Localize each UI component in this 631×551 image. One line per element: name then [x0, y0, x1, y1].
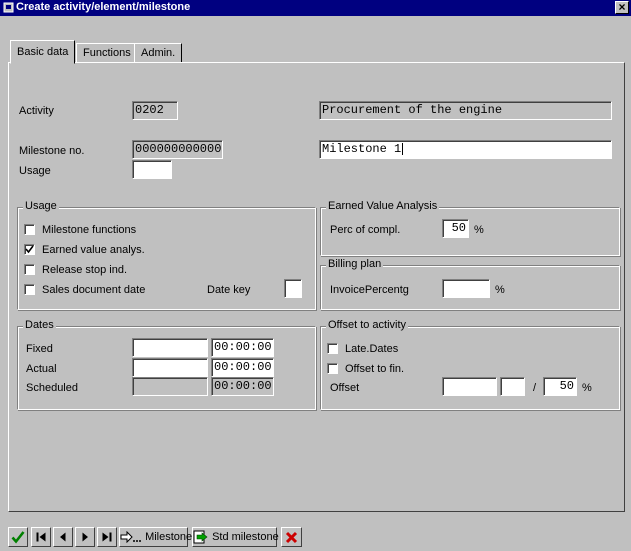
sales-document-date-label: Sales document date: [42, 284, 146, 296]
last-record-button[interactable]: [97, 527, 117, 547]
std-milestone-button[interactable]: Std milestone: [192, 527, 279, 547]
window-titlebar: Create activity/element/milestone ×: [0, 0, 631, 16]
activity-number-field: 0202: [132, 101, 178, 120]
text-cursor: [402, 142, 404, 155]
date-key-label: Date key: [207, 284, 251, 296]
red-x-icon: [285, 531, 298, 543]
offset-input[interactable]: [442, 377, 497, 396]
tab-basic-data[interactable]: Basic data: [10, 40, 76, 64]
green-check-icon: [11, 531, 25, 544]
milestone-button[interactable]: Milestone: [119, 527, 192, 547]
last-page-icon: [102, 532, 112, 542]
milestone-functions-checkbox[interactable]: [24, 224, 35, 235]
fixed-date-input[interactable]: [132, 338, 208, 357]
document-arrow-icon: [193, 530, 208, 544]
invoice-percentage-unit: %: [495, 284, 505, 296]
earned-value-label: Earned value analys.: [42, 244, 145, 256]
actual-date-input[interactable]: [132, 358, 208, 377]
activity-description-field: Procurement of the engine: [319, 101, 612, 120]
next-record-button[interactable]: [75, 527, 95, 547]
late-dates-checkbox[interactable]: [327, 343, 338, 354]
offset-to-activity-title: Offset to activity: [326, 319, 409, 331]
cancel-button[interactable]: [281, 527, 302, 547]
previous-page-icon: [60, 532, 66, 542]
invoice-percentage-input[interactable]: [442, 279, 490, 298]
offset-slash: /: [533, 382, 537, 394]
scheduled-time-field: 00:00:00: [211, 377, 274, 396]
scheduled-date-field: [132, 377, 208, 396]
fixed-date-label: Fixed: [26, 343, 53, 355]
first-page-icon: [36, 532, 46, 542]
perc-of-compl-unit: %: [474, 224, 484, 236]
sales-document-date-checkbox[interactable]: [24, 284, 35, 295]
enter-button[interactable]: [8, 527, 28, 547]
milestone-button-label: Milestone: [145, 531, 193, 543]
offset-percent-input[interactable]: 50: [543, 377, 577, 396]
fixed-time-input[interactable]: 00:00:00: [211, 338, 274, 357]
date-key-input[interactable]: [284, 279, 302, 298]
previous-record-button[interactable]: [53, 527, 73, 547]
milestone-description-text: Milestone 1: [322, 142, 402, 156]
milestone-description-input[interactable]: Milestone 1: [319, 140, 612, 159]
usage-label: Usage: [19, 165, 51, 177]
perc-of-compl-input[interactable]: 50: [442, 219, 469, 238]
activity-label: Activity: [19, 105, 54, 117]
std-milestone-button-label: Std milestone: [212, 531, 279, 543]
tab-functions[interactable]: Functions: [76, 43, 138, 63]
release-stop-checkbox[interactable]: [24, 264, 35, 275]
scheduled-date-label: Scheduled: [26, 382, 78, 394]
billing-plan-title: Billing plan: [326, 258, 384, 270]
usage-group-title: Usage: [23, 200, 59, 212]
check-mark-icon: [25, 245, 34, 254]
usage-input[interactable]: [132, 160, 172, 179]
next-page-icon: [82, 532, 88, 542]
tab-admin[interactable]: Admin.: [134, 43, 183, 63]
actual-time-input[interactable]: 00:00:00: [211, 358, 274, 377]
actual-date-label: Actual: [26, 363, 57, 375]
offset-label: Offset: [330, 382, 360, 394]
milestone-number-label: Milestone no.: [19, 145, 85, 157]
release-stop-label: Release stop ind.: [42, 264, 127, 276]
milestone-functions-label: Milestone functions: [42, 224, 137, 236]
window-icon: [3, 2, 14, 13]
dates-group-title: Dates: [23, 319, 56, 331]
late-dates-label: Late.Dates: [345, 343, 399, 355]
earned-value-checkbox[interactable]: [24, 244, 35, 255]
offset-to-fin-label: Offset to fin.: [345, 363, 405, 375]
window-title: Create activity/element/milestone: [16, 1, 191, 13]
arrow-right-icon: [120, 530, 141, 544]
perc-of-compl-label: Perc of compl.: [330, 224, 401, 236]
offset-unit-input[interactable]: [500, 377, 525, 396]
invoice-percentage-label: InvoicePercentg: [330, 284, 409, 296]
first-record-button[interactable]: [31, 527, 51, 547]
milestone-number-field: 000000000000: [132, 140, 223, 159]
earned-value-analysis-title: Earned Value Analysis: [326, 200, 440, 212]
offset-to-fin-checkbox[interactable]: [327, 363, 338, 374]
offset-percent-unit: %: [582, 382, 592, 394]
close-button[interactable]: ×: [615, 1, 629, 14]
